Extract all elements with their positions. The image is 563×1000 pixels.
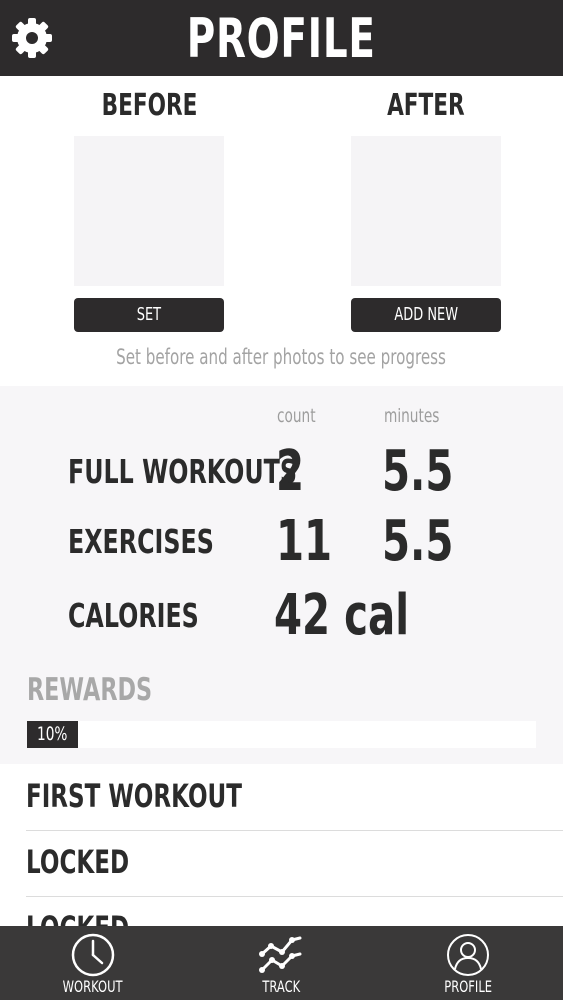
reward-item-first-workout[interactable]: FIRST WORKOUT	[26, 764, 563, 831]
count-column-header: count	[277, 405, 316, 427]
exercises-minutes: 5.5	[382, 509, 454, 574]
set-before-button[interactable]: SET	[74, 298, 224, 332]
exercises-count: 11	[276, 509, 333, 574]
nav-label-track: TRACK	[262, 977, 300, 996]
reward-item-label: LOCKED	[26, 843, 130, 881]
clock-icon	[71, 933, 115, 977]
bottom-nav: WORKOUT TRACK PROFILE	[0, 926, 563, 1000]
nav-item-workout[interactable]: WORKOUT	[38, 926, 148, 1000]
full-workouts-count: 2	[276, 439, 305, 504]
stats-section: count minutes FULL WORKOUTS 2 5.5 EXERCI…	[0, 386, 563, 764]
header-bar: PROFILE	[0, 0, 563, 76]
reward-item-locked[interactable]: LOCKED	[26, 896, 563, 926]
reward-item-label: LOCKED	[26, 908, 169, 926]
after-photo[interactable]	[351, 136, 501, 286]
reward-item-label: FIRST WORKOUT	[26, 777, 242, 815]
minutes-column-header: minutes	[384, 405, 440, 427]
nav-item-profile[interactable]: PROFILE	[413, 926, 523, 1000]
nav-label-workout: WORKOUT	[63, 977, 123, 996]
calories-value: 42 cal	[274, 583, 410, 648]
chart-line-icon	[259, 936, 302, 973]
add-new-after-button[interactable]: ADD NEW	[351, 298, 501, 332]
before-label: BEFORE	[101, 88, 197, 123]
nav-label-profile: PROFILE	[444, 977, 492, 996]
rewards-list: FIRST WORKOUT LOCKED LOCKED	[0, 764, 563, 926]
nav-item-track[interactable]: TRACK	[226, 926, 336, 1000]
full-workouts-label: FULL WORKOUTS	[68, 452, 297, 491]
reward-item-locked[interactable]: LOCKED	[26, 830, 563, 897]
full-workouts-minutes: 5.5	[382, 439, 454, 504]
after-label: AFTER	[387, 88, 465, 123]
calories-label: CALORIES	[68, 596, 199, 635]
user-icon	[447, 934, 489, 976]
photos-section: BEFORE SET AFTER ADD NEW Set before and …	[0, 76, 563, 386]
photo-hint-text: Set before and after photos to see progr…	[116, 345, 447, 369]
page-title: PROFILE	[187, 7, 376, 70]
rewards-progress-label: 10%	[37, 723, 68, 745]
before-photo[interactable]	[74, 136, 224, 286]
rewards-title: REWARDS	[27, 672, 153, 708]
exercises-label: EXERCISES	[68, 522, 214, 561]
rewards-progress-bar: 10%	[27, 721, 536, 748]
